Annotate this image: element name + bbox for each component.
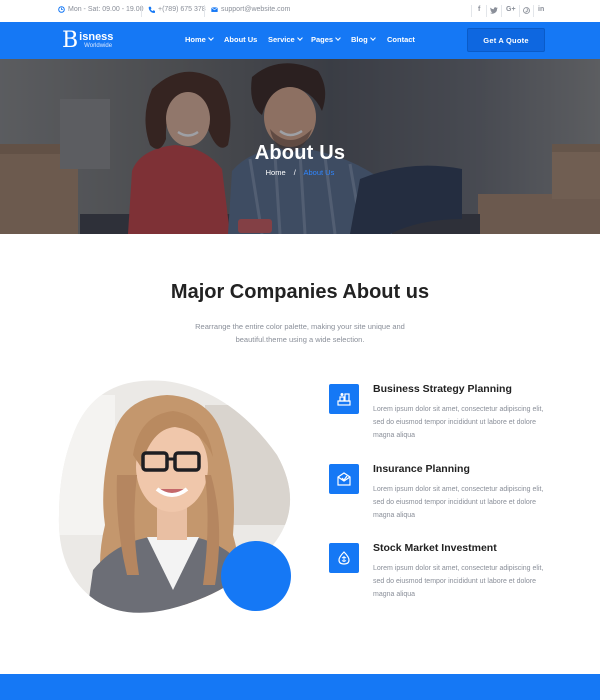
chevron-down-icon [296,35,303,41]
nav-item-home[interactable]: Home [185,35,214,45]
hours-text: Mon - Sat: 09.00 - 19.00 [68,6,144,13]
pinterest-icon[interactable] [523,7,530,14]
portrait-image [58,380,291,613]
email-info[interactable]: support@website.com [211,6,290,13]
breadcrumb-separator: / [293,168,296,177]
google-plus-icon[interactable]: G+ [506,6,516,13]
chevron-down-icon [369,35,376,41]
page-title: About Us [254,142,346,164]
nav-item-pages[interactable]: Pages [311,35,341,45]
investment-icon [329,543,359,573]
feature-title: Stock Market Investment [373,542,497,554]
twitter-icon[interactable] [490,7,498,14]
breadcrumb-current: About Us [303,168,335,177]
nav-item-contact[interactable]: Contact [387,35,415,45]
strategy-icon [329,384,359,414]
breadcrumb-home-link[interactable]: Home [266,168,286,177]
phone-info[interactable]: +(789) 675 378 [148,6,206,13]
feature-text: Lorem ipsum dolor sit amet, consectetur … [373,486,544,519]
feature-title: Business Strategy Planning [373,383,512,395]
clock-icon [58,6,65,13]
top-info-bar: Mon - Sat: 09.00 - 19.00 +(789) 675 378 … [0,0,600,22]
nav-item-service[interactable]: Service [268,35,303,45]
facebook-icon[interactable]: f [478,6,480,13]
main-navbar: B isness Worldwide Home About Us Service… [0,22,600,59]
nav-item-about[interactable]: About Us [224,35,257,45]
accent-circle [221,541,291,611]
get-quote-button[interactable]: Get A Quote [467,28,545,52]
nav-item-blog[interactable]: Blog [351,35,376,45]
hero-banner: About Us Home / About Us [0,59,600,234]
section-title: Major Companies About us [170,281,430,303]
feature-title: Insurance Planning [373,463,470,475]
envelope-icon [211,7,218,12]
email-text: support@website.com [221,6,291,13]
linkedin-icon[interactable]: in [538,6,544,13]
insurance-icon [329,464,359,494]
footer-band [0,674,600,700]
chevron-down-icon [208,35,214,41]
phone-icon [148,6,155,13]
section-subtitle: Rearrange the entire color palette, maki… [195,322,405,344]
chevron-down-icon [335,35,341,41]
feature-text: Lorem ipsum dolor sit amet, consectetur … [373,406,544,439]
phone-text: +(789) 675 378 [158,6,206,13]
feature-text: Lorem ipsum dolor sit amet, consectetur … [373,565,544,598]
breadcrumb: Home / About Us [0,168,600,177]
hours-info: Mon - Sat: 09.00 - 19.00 [58,6,144,13]
